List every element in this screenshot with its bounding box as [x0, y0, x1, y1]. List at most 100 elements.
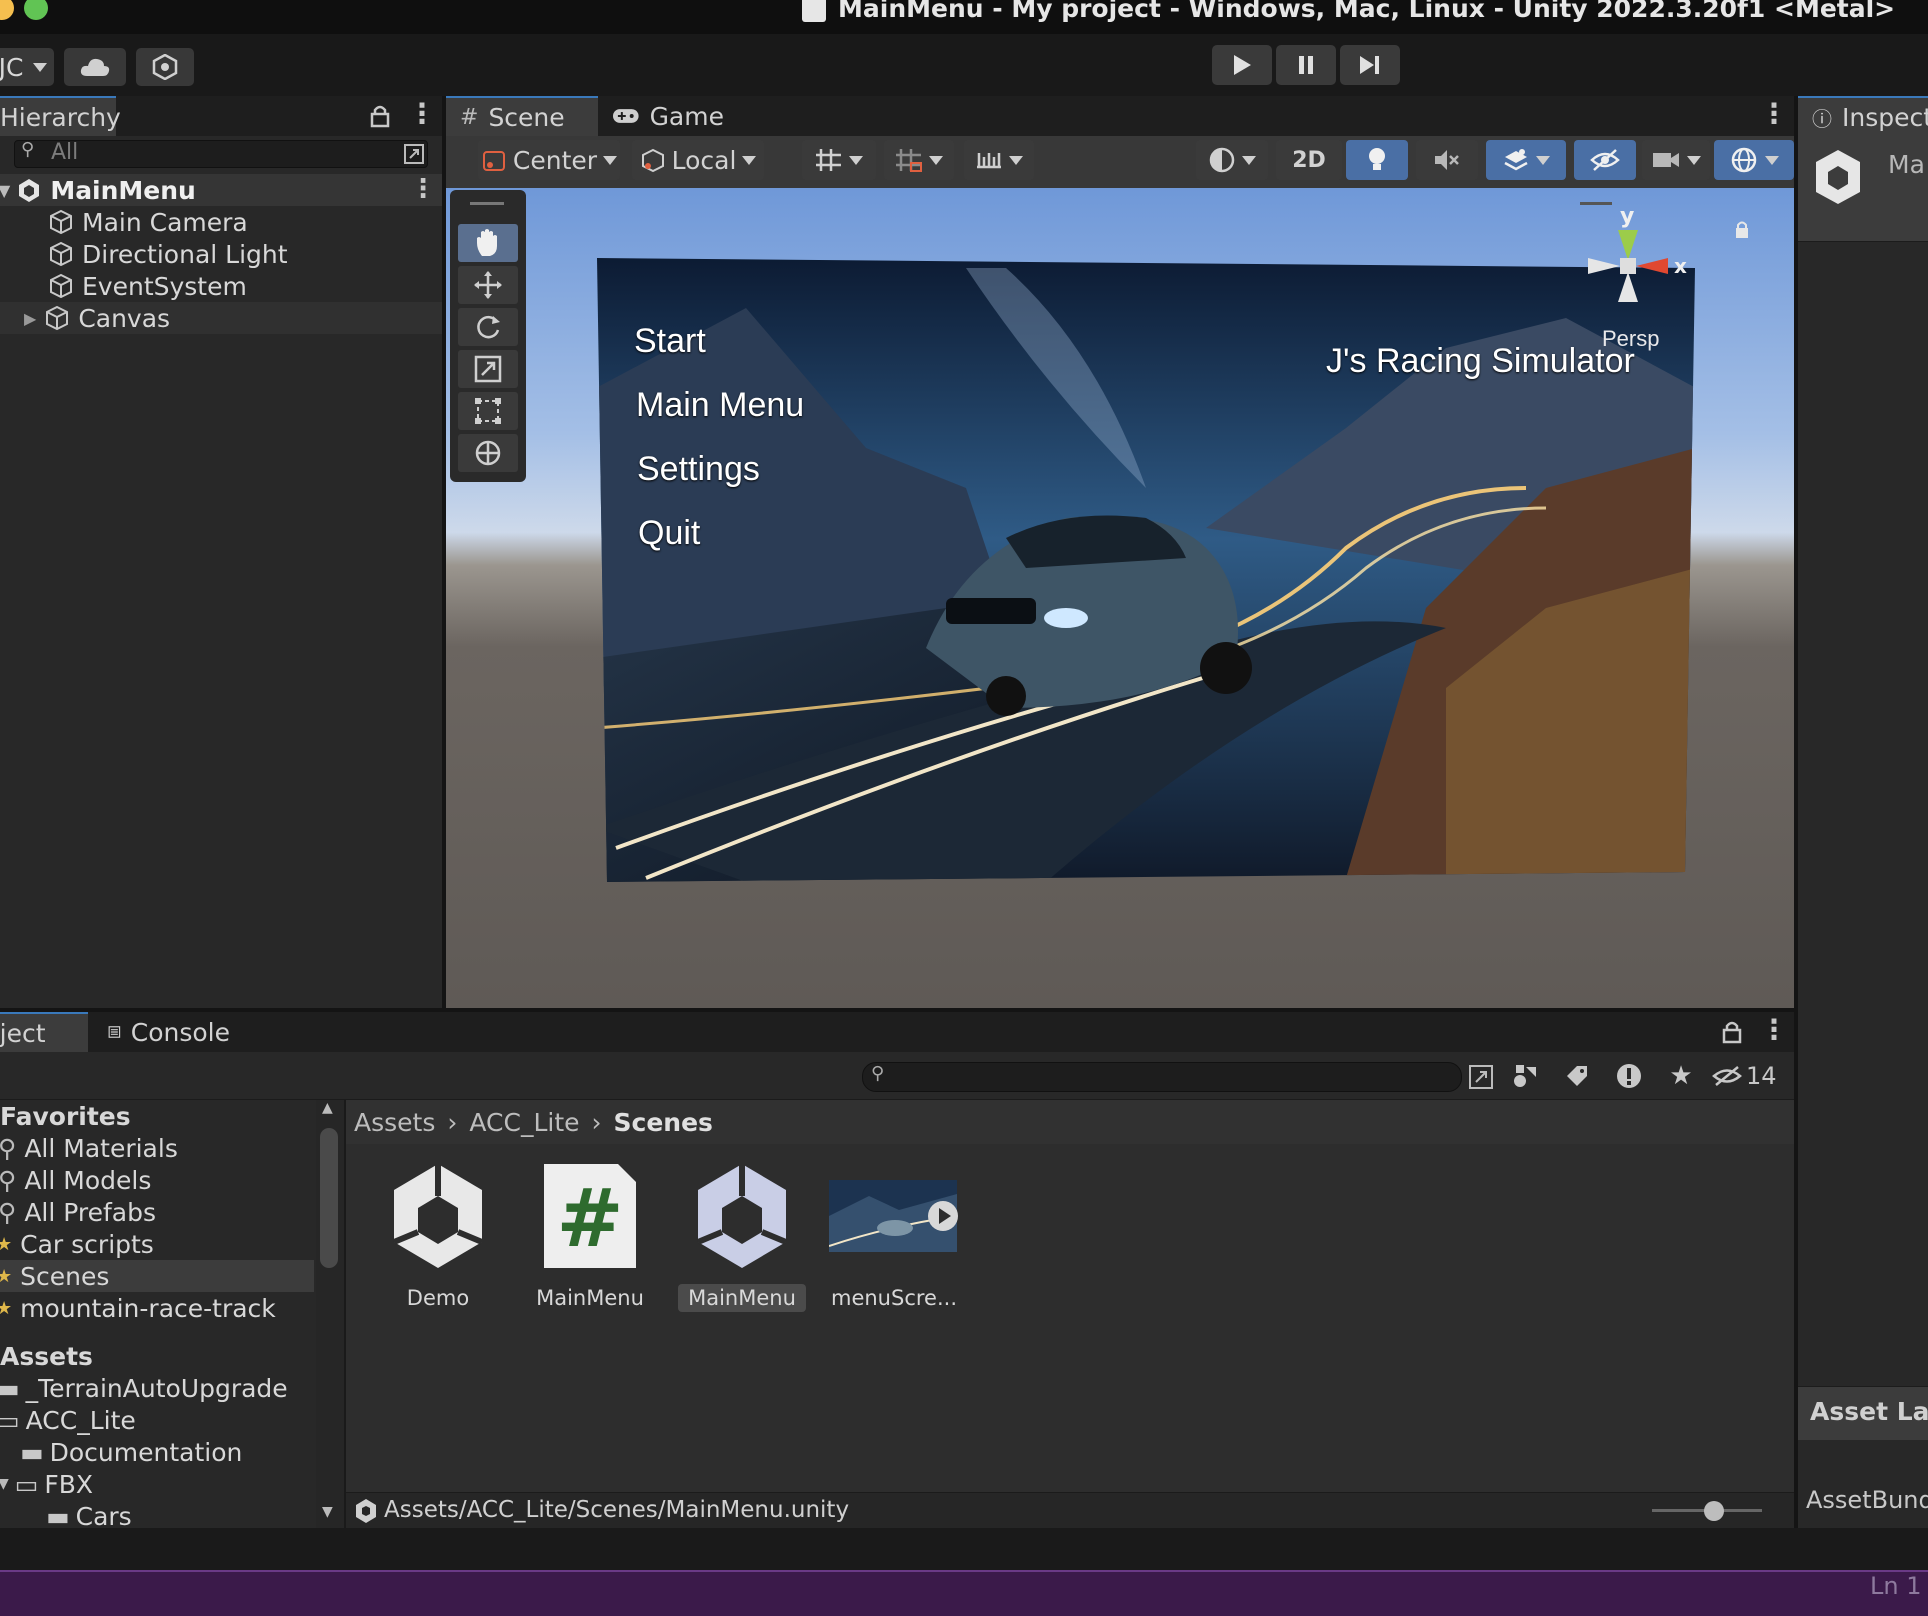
scene-more-icon[interactable]: ⋮: [1760, 100, 1788, 128]
menu-item-start[interactable]: Start: [634, 322, 706, 361]
asset-folder[interactable]: ▼ ▭ FBX: [0, 1468, 314, 1500]
breadcrumb-current[interactable]: Scenes: [614, 1108, 713, 1137]
scene-lighting-toggle[interactable]: [1346, 140, 1408, 180]
collapse-arrow-icon[interactable]: ▼: [0, 1476, 9, 1492]
effects-icon: [1504, 149, 1528, 171]
hidden-packages-toggle[interactable]: 14: [1712, 1052, 1794, 1100]
filter-log-type-button[interactable]: [1608, 1052, 1650, 1100]
lock-icon[interactable]: [370, 104, 390, 128]
scene-viewport[interactable]: Start Main Menu Settings Quit J's Racing…: [446, 188, 1794, 1008]
tree-scrollbar[interactable]: ▲ ▼: [316, 1100, 344, 1528]
asset-folder[interactable]: ▭ ACC_Lite: [0, 1404, 314, 1436]
scroll-up-icon[interactable]: ▲: [322, 1100, 333, 1116]
orientation-gizmo[interactable]: y x Persp: [1572, 204, 1692, 370]
asset-folder[interactable]: ▬ _TerrainAutoUpgrade: [0, 1372, 314, 1404]
project-status-bar: Assets/ACC_Lite/Scenes/MainMenu.unity: [346, 1492, 1794, 1528]
scene-more-icon[interactable]: ⋮: [410, 176, 436, 202]
minimize-window-button[interactable]: [0, 0, 14, 20]
projection-label[interactable]: Persp: [1602, 326, 1659, 352]
favorite-item[interactable]: ⚲ All Models: [0, 1164, 314, 1196]
expand-arrow-icon[interactable]: ▶: [24, 309, 36, 328]
step-button[interactable]: [1340, 45, 1400, 85]
gizmos-dropdown[interactable]: [1714, 140, 1794, 180]
cloud-icon[interactable]: [64, 48, 126, 86]
menu-item-quit[interactable]: Quit: [638, 514, 700, 553]
pause-button[interactable]: [1276, 45, 1336, 85]
assets-header[interactable]: Assets: [0, 1340, 314, 1372]
breadcrumb-item[interactable]: Assets: [354, 1108, 435, 1137]
filter-by-type-button[interactable]: [1504, 1052, 1546, 1100]
asset-folder[interactable]: ▬ Documentation: [0, 1436, 316, 1468]
collapse-arrow-icon[interactable]: ▼: [0, 181, 10, 200]
search-icon: ⚲: [0, 1165, 17, 1195]
menu-item-main-menu[interactable]: Main Menu: [636, 386, 804, 425]
overlay-handle[interactable]: [1580, 202, 1612, 205]
hand-tool-button[interactable]: [458, 224, 518, 262]
tab-console[interactable]: Console: [94, 1012, 244, 1052]
favorite-item[interactable]: ★ mountain-race-track: [0, 1292, 314, 1324]
asset-folder[interactable]: ▬ Cars: [0, 1500, 316, 1529]
gizmo-lock-icon[interactable]: [1734, 220, 1750, 240]
asset-tile-demo[interactable]: Demo: [373, 1160, 503, 1312]
tab-label: Project: [0, 1018, 46, 1048]
star-icon[interactable]: ★: [1660, 1052, 1702, 1100]
asset-tile-menuscreen[interactable]: menuScre...: [829, 1160, 959, 1312]
zoom-window-button[interactable]: [24, 0, 48, 20]
pivot-rotation-dropdown[interactable]: Local: [632, 140, 764, 180]
rect-tool-button[interactable]: [458, 392, 518, 430]
scene-visibility-toggle[interactable]: [1574, 140, 1636, 180]
local-rotation-icon: [641, 148, 664, 173]
favorite-item[interactable]: ★ Car scripts: [0, 1228, 314, 1260]
hierarchy-item-canvas[interactable]: ▶ Canvas: [0, 302, 466, 334]
account-dropdown[interactable]: JC: [0, 48, 54, 86]
tab-inspector[interactable]: ⓘ Inspector: [1798, 96, 1928, 136]
hierarchy-scene-root[interactable]: ▼ MainMenu ⋮: [0, 174, 442, 206]
overlay-drag-handle[interactable]: [470, 202, 504, 205]
breadcrumb-item[interactable]: ACC_Lite: [469, 1108, 579, 1137]
rotate-icon: [477, 315, 500, 339]
favorite-item[interactable]: ⚲ All Prefabs: [0, 1196, 314, 1228]
scrollbar-thumb[interactable]: [320, 1128, 338, 1268]
toggle-2d-button[interactable]: 2D: [1276, 140, 1342, 180]
folder-icon: ▬: [46, 1501, 70, 1529]
scale-tool-button[interactable]: [458, 350, 518, 388]
hierarchy-item-main-camera[interactable]: Main Camera: [0, 206, 490, 238]
search-expand-icon[interactable]: [403, 143, 425, 165]
hierarchy-item-eventsystem[interactable]: EventSystem: [0, 270, 490, 302]
favorite-item-selected[interactable]: ★ Scenes: [0, 1260, 314, 1292]
asset-tile-mainmenu-script[interactable]: # MainMenu: [525, 1160, 655, 1312]
hierarchy-item-directional-light[interactable]: Directional Light: [0, 238, 490, 270]
icon-size-slider-thumb[interactable]: [1704, 1501, 1724, 1521]
tab-scene[interactable]: # Scene: [446, 96, 598, 136]
tab-game[interactable]: Game: [598, 96, 738, 136]
tab-project[interactable]: Project: [0, 1012, 88, 1052]
increment-snap-dropdown[interactable]: [884, 140, 954, 180]
favorites-header[interactable]: Favorites: [0, 1100, 314, 1132]
play-button[interactable]: [1212, 45, 1272, 85]
filter-by-label-button[interactable]: [1556, 1052, 1598, 1100]
pause-icon: [1299, 56, 1313, 74]
grid-snap-dropdown[interactable]: [802, 140, 876, 180]
rotate-tool-button[interactable]: [458, 308, 518, 346]
scene-audio-toggle[interactable]: [1416, 140, 1478, 180]
shading-mode-dropdown[interactable]: [1196, 140, 1268, 180]
favorite-item[interactable]: ⚲ All Materials: [0, 1132, 314, 1164]
scene-fx-dropdown[interactable]: [1486, 140, 1566, 180]
move-tool-button[interactable]: [458, 266, 518, 304]
lock-icon[interactable]: [1722, 1020, 1742, 1044]
asset-bundle-label: AssetBund: [1806, 1486, 1928, 1514]
project-search-input[interactable]: ⚲: [862, 1062, 1462, 1092]
search-expand-icon[interactable]: [1468, 1064, 1494, 1090]
hierarchy-search-box[interactable]: ⚲ All: [14, 139, 428, 168]
tab-hierarchy[interactable]: Hierarchy: [0, 96, 121, 136]
transform-tool-button[interactable]: [458, 434, 518, 472]
pivot-mode-dropdown[interactable]: Center: [478, 140, 620, 180]
ruler-snap-dropdown[interactable]: [964, 140, 1034, 180]
project-more-icon[interactable]: ⋮: [1760, 1016, 1788, 1044]
collab-icon[interactable]: [136, 48, 194, 86]
scene-camera-dropdown[interactable]: [1642, 140, 1710, 180]
scroll-down-icon[interactable]: ▼: [322, 1504, 333, 1520]
asset-tile-mainmenu-scene[interactable]: MainMenu: [677, 1160, 807, 1312]
hierarchy-more-icon[interactable]: ⋮: [408, 100, 436, 128]
menu-item-settings[interactable]: Settings: [637, 450, 760, 489]
